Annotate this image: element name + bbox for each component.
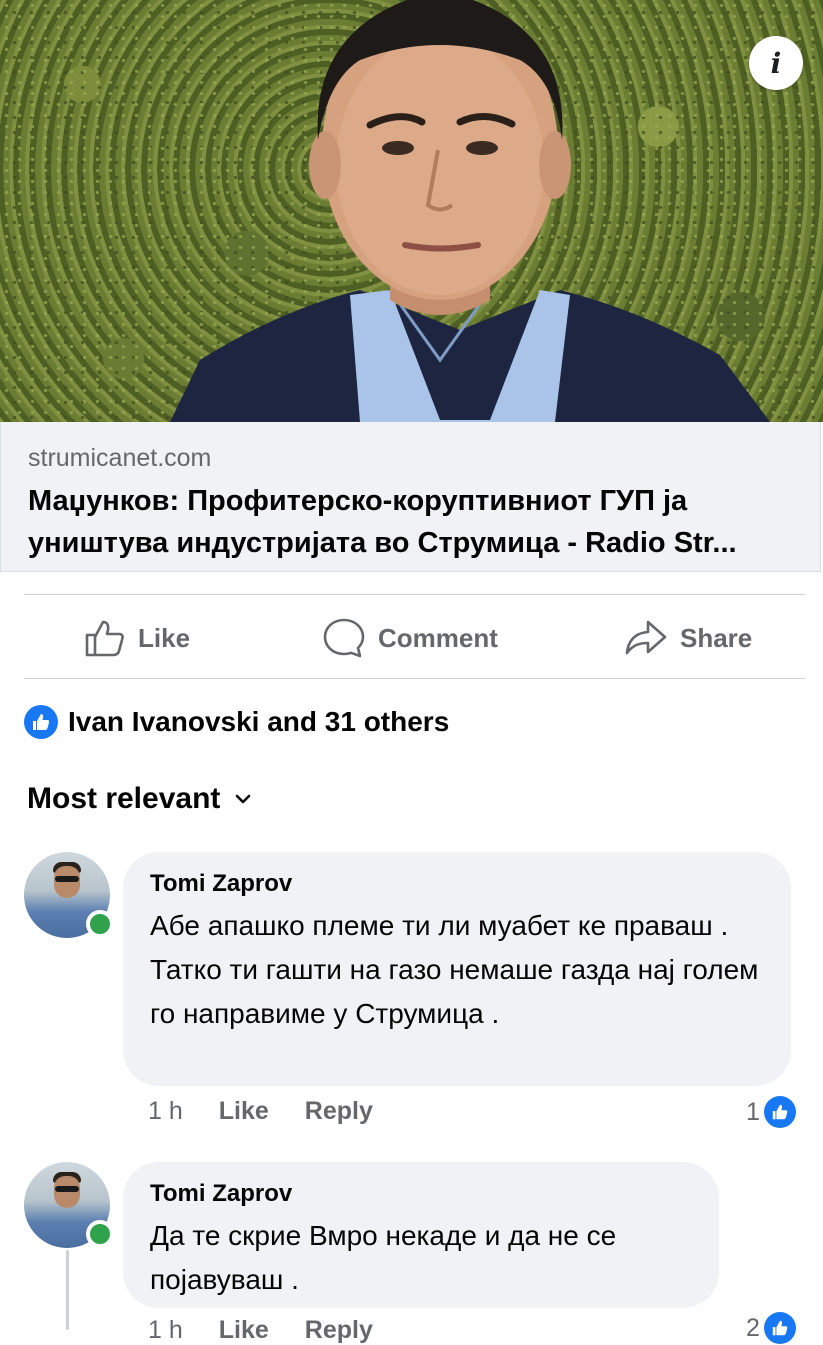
- comment-reaction-count[interactable]: 1: [746, 1096, 796, 1128]
- avatar[interactable]: [24, 1162, 114, 1248]
- like-button[interactable]: Like: [84, 598, 190, 678]
- thumbs-up-icon: [85, 620, 124, 657]
- comment-bubble[interactable]: Tomi Zaprov Да те скрие Вмро некаде и да…: [123, 1162, 719, 1308]
- link-preview-card[interactable]: strumicanet.com Маџунков: Профитерско-ко…: [0, 422, 821, 572]
- like-reaction-icon: [24, 705, 58, 739]
- comment-author[interactable]: Tomi Zaprov: [150, 870, 763, 898]
- comment-like-count: 1: [746, 1097, 760, 1126]
- comment-like-button[interactable]: Like: [219, 1316, 269, 1345]
- comment-author[interactable]: Tomi Zaprov: [150, 1180, 691, 1208]
- like-reaction-icon: [763, 1096, 796, 1128]
- share-arrow-icon: [625, 620, 667, 655]
- link-preview-image[interactable]: i: [0, 0, 823, 422]
- comment-reply-button[interactable]: Reply: [305, 1316, 373, 1345]
- divider: [24, 678, 805, 679]
- online-status-indicator: [86, 910, 114, 938]
- comment-sort-dropdown[interactable]: Most relevant: [27, 782, 252, 816]
- post-action-bar: Like Comment Share: [0, 598, 823, 678]
- comment-like-count: 2: [746, 1313, 760, 1342]
- chevron-down-icon: [236, 794, 251, 804]
- comment-bubble[interactable]: Tomi Zaprov Абе апашко племе ти ли муабе…: [123, 852, 791, 1086]
- comment-bubble-icon: [323, 618, 365, 658]
- share-button[interactable]: Share: [624, 598, 752, 678]
- sunglasses: [55, 876, 79, 882]
- avatar[interactable]: [24, 852, 114, 938]
- online-status-indicator: [86, 1220, 114, 1248]
- comment-timestamp[interactable]: 1 h: [148, 1316, 183, 1345]
- comment-button[interactable]: Comment: [322, 598, 498, 678]
- link-domain: strumicanet.com: [28, 444, 212, 472]
- sunglasses: [55, 1186, 79, 1192]
- comment-meta: 1 h Like Reply: [148, 1097, 373, 1126]
- comment-reaction-count[interactable]: 2: [746, 1312, 796, 1344]
- like-reaction-icon: [763, 1312, 796, 1344]
- reactions-text: Ivan Ivanovski and 31 others: [68, 706, 450, 737]
- sort-label: Most relevant: [27, 782, 221, 815]
- portrait-photo: [170, 0, 770, 422]
- comment-timestamp[interactable]: 1 h: [148, 1097, 183, 1126]
- like-label: Like: [138, 622, 191, 653]
- info-icon[interactable]: i: [749, 36, 803, 90]
- divider: [24, 594, 805, 595]
- comment-text: Абе апашко племе ти ли муабет ке праваш …: [150, 910, 759, 1029]
- comment-label: Comment: [378, 622, 498, 653]
- share-label: Share: [680, 622, 753, 653]
- comment-text: Да те скрие Вмро некаде и да не се појав…: [150, 1220, 617, 1295]
- comment-like-button[interactable]: Like: [219, 1097, 269, 1126]
- comment-reply-button[interactable]: Reply: [305, 1097, 373, 1126]
- link-title[interactable]: Маџунков: Профитерско-коруптивниот ГУП ј…: [28, 480, 808, 564]
- comment-meta: 1 h Like Reply: [148, 1316, 373, 1345]
- reactions-summary[interactable]: Ivan Ivanovski and 31 others: [24, 702, 449, 742]
- reply-thread-line: [66, 1250, 69, 1330]
